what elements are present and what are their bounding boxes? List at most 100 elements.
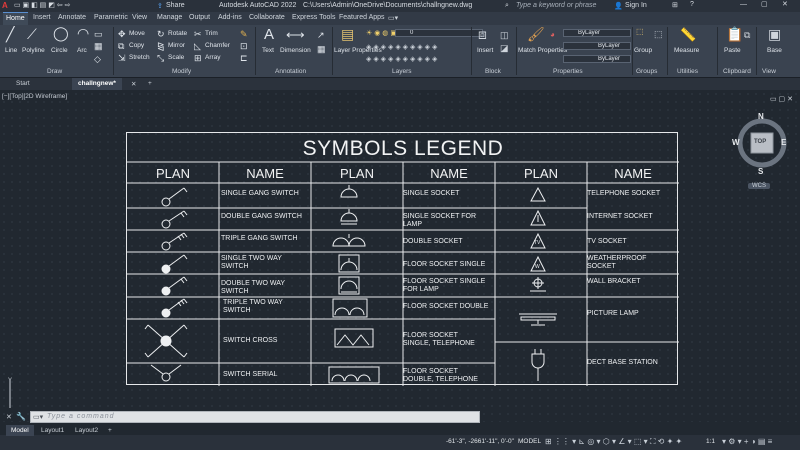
- tab-featured-apps[interactable]: Featured Apps: [339, 14, 385, 21]
- color-dropdown[interactable]: ByLayer: [563, 29, 631, 37]
- group-icon[interactable]: ⬚: [636, 27, 644, 36]
- cart-icon[interactable]: ⊞: [672, 1, 678, 9]
- polyline-button[interactable]: Polyline: [22, 47, 45, 54]
- command-customize-icon[interactable]: 🔧: [16, 412, 26, 421]
- ungroup-icon[interactable]: ⬚: [654, 30, 663, 39]
- autocad-logo-icon[interactable]: A: [2, 1, 8, 10]
- rotate-icon[interactable]: ↻: [157, 30, 165, 39]
- measure-icon[interactable]: 📏: [680, 28, 696, 41]
- insert-button[interactable]: Insert: [477, 47, 493, 54]
- text-icon[interactable]: A: [264, 27, 274, 42]
- compass-south[interactable]: S: [758, 167, 763, 176]
- tab-home[interactable]: Home: [3, 12, 28, 25]
- layout1-tab[interactable]: Layout1: [36, 425, 69, 436]
- close-button[interactable]: ✕: [782, 0, 788, 8]
- groups-panel-label[interactable]: Groups: [636, 68, 657, 75]
- stretch-button[interactable]: Stretch: [129, 54, 150, 61]
- arc-button[interactable]: Arc: [77, 47, 87, 54]
- scale-button[interactable]: Scale: [168, 54, 184, 61]
- mirror-button[interactable]: Mirror: [168, 42, 185, 49]
- search-icon[interactable]: ⌕: [505, 2, 509, 10]
- new-tab-button[interactable]: +: [142, 78, 158, 90]
- model-space-button[interactable]: MODEL: [518, 438, 541, 445]
- match-properties-button[interactable]: Match Properties: [518, 47, 567, 54]
- hatch-icon[interactable]: ▦: [94, 42, 103, 51]
- trim-icon[interactable]: ✂: [194, 30, 202, 39]
- compass-west[interactable]: W: [732, 138, 740, 147]
- close-tab-icon[interactable]: ✕: [125, 78, 142, 90]
- view-panel-label[interactable]: View: [762, 68, 776, 75]
- search-input[interactable]: Type a keyword or phrase: [516, 2, 596, 9]
- move-icon[interactable]: ✥: [118, 30, 126, 39]
- create-block-icon[interactable]: ◫: [500, 31, 509, 40]
- rotate-button[interactable]: Rotate: [168, 30, 187, 37]
- status-tools-icons[interactable]: ▾ ⚙ ▾ + ◑ ▤ ≡: [722, 437, 772, 446]
- coordinates-readout[interactable]: -61'-3", -2661'-11", 0'-0": [446, 438, 514, 445]
- wcs-menu[interactable]: WCS: [748, 183, 770, 189]
- mirror-icon[interactable]: ⧎: [157, 42, 165, 51]
- tab-add-ins[interactable]: Add-ins: [218, 14, 242, 21]
- paste-icon[interactable]: 📋: [726, 27, 743, 41]
- annotation-scale[interactable]: 1:1: [706, 438, 715, 445]
- tab-express-tools[interactable]: Express Tools: [292, 14, 335, 21]
- table-icon[interactable]: ▦: [317, 45, 326, 54]
- copy-icon[interactable]: ⧉: [118, 42, 124, 51]
- start-tab[interactable]: Start: [10, 78, 36, 90]
- clipboard-panel-label[interactable]: Clipboard: [723, 68, 751, 75]
- dimension-button[interactable]: Dimension: [280, 47, 311, 54]
- paste-button[interactable]: Paste: [724, 47, 741, 54]
- line-button[interactable]: Line: [5, 47, 17, 54]
- minimize-button[interactable]: —: [740, 1, 747, 8]
- layer-tools-row1-icons[interactable]: ◈ ◈ ◈ ◈ ◈ ◈ ◈ ◈ ◈ ◈: [366, 43, 437, 52]
- viewcube[interactable]: N S E W TOP: [732, 112, 790, 182]
- ribbon-options-icon[interactable]: ▭▾: [388, 14, 398, 22]
- arc-icon[interactable]: ◠: [77, 26, 89, 40]
- insert-block-icon[interactable]: ⧈: [478, 27, 487, 41]
- leader-icon[interactable]: ↗: [317, 31, 325, 40]
- symbols-legend-table[interactable]: TV W SYMBOLS LEGEND PLAN NAME PLAN NAME …: [126, 132, 679, 386]
- command-prompt-icon[interactable]: ▭▾: [33, 413, 43, 421]
- viewport-window-controls[interactable]: ▭ ▢ ✕: [770, 95, 793, 103]
- layout2-tab[interactable]: Layout2: [70, 425, 103, 436]
- maximize-button[interactable]: ▢: [761, 0, 768, 8]
- copy-button[interactable]: Copy: [129, 42, 144, 49]
- color-wheel-icon[interactable]: ◕: [550, 30, 555, 39]
- command-close-icon[interactable]: ✕: [6, 413, 12, 421]
- layers-panel-label[interactable]: Layers: [392, 68, 412, 75]
- circle-button[interactable]: Circle: [51, 47, 68, 54]
- region-icon[interactable]: ◇: [94, 55, 101, 64]
- layer-tools-row2-icons[interactable]: ◈ ◈ ◈ ◈ ◈ ◈ ◈ ◈ ◈ ◈: [366, 55, 437, 64]
- offset-icon[interactable]: ⊏: [240, 54, 248, 63]
- array-icon[interactable]: ⊞: [194, 54, 202, 63]
- annotation-panel-label[interactable]: Annotation: [275, 68, 306, 75]
- lineweight-dropdown[interactable]: ByLayer: [563, 55, 631, 63]
- viewport-controls[interactable]: [−][Top][2D Wireframe]: [2, 93, 67, 100]
- drawing-tab[interactable]: challngnew*: [72, 78, 122, 90]
- stretch-icon[interactable]: ⇲: [118, 54, 126, 63]
- draw-panel-label[interactable]: Draw: [47, 68, 62, 75]
- viewcube-top-face[interactable]: TOP: [754, 139, 766, 145]
- grid-icon[interactable]: ⊞ ⋮⋮ ▾ ⊾ ◎ ▾ ⬡ ▾ ∠ ▾ ⬚ ▾ ⛶ ⟲ ✦ ✦: [545, 437, 682, 447]
- copy-clip-icon[interactable]: ⧉: [744, 31, 750, 40]
- tab-collaborate[interactable]: Collaborate: [249, 14, 285, 21]
- tab-output[interactable]: Output: [189, 14, 210, 21]
- share-icon[interactable]: ⇪: [157, 2, 163, 10]
- match-properties-icon[interactable]: 🖌: [527, 27, 545, 41]
- erase-icon[interactable]: ✎: [240, 30, 248, 39]
- command-input[interactable]: Type a command: [47, 413, 115, 420]
- dimension-icon[interactable]: ⟷: [286, 28, 305, 41]
- add-layout-button[interactable]: +: [103, 425, 117, 436]
- move-button[interactable]: Move: [129, 30, 145, 37]
- trim-button[interactable]: Trim: [205, 30, 218, 37]
- rectangle-icon[interactable]: ▭: [94, 30, 103, 39]
- circle-icon[interactable]: ◯: [53, 26, 69, 40]
- chamfer-button[interactable]: Chamfer: [205, 42, 230, 49]
- edit-block-icon[interactable]: ◪: [500, 44, 509, 53]
- base-view-icon[interactable]: ▣: [768, 27, 781, 41]
- sign-in-button[interactable]: Sign In: [625, 2, 647, 9]
- polyline-icon[interactable]: ⟋: [27, 27, 37, 41]
- compass-east[interactable]: E: [781, 138, 786, 147]
- tab-view[interactable]: View: [132, 14, 147, 21]
- layer-dropdown[interactable]: 0: [395, 29, 483, 37]
- tab-parametric[interactable]: Parametric: [94, 14, 128, 21]
